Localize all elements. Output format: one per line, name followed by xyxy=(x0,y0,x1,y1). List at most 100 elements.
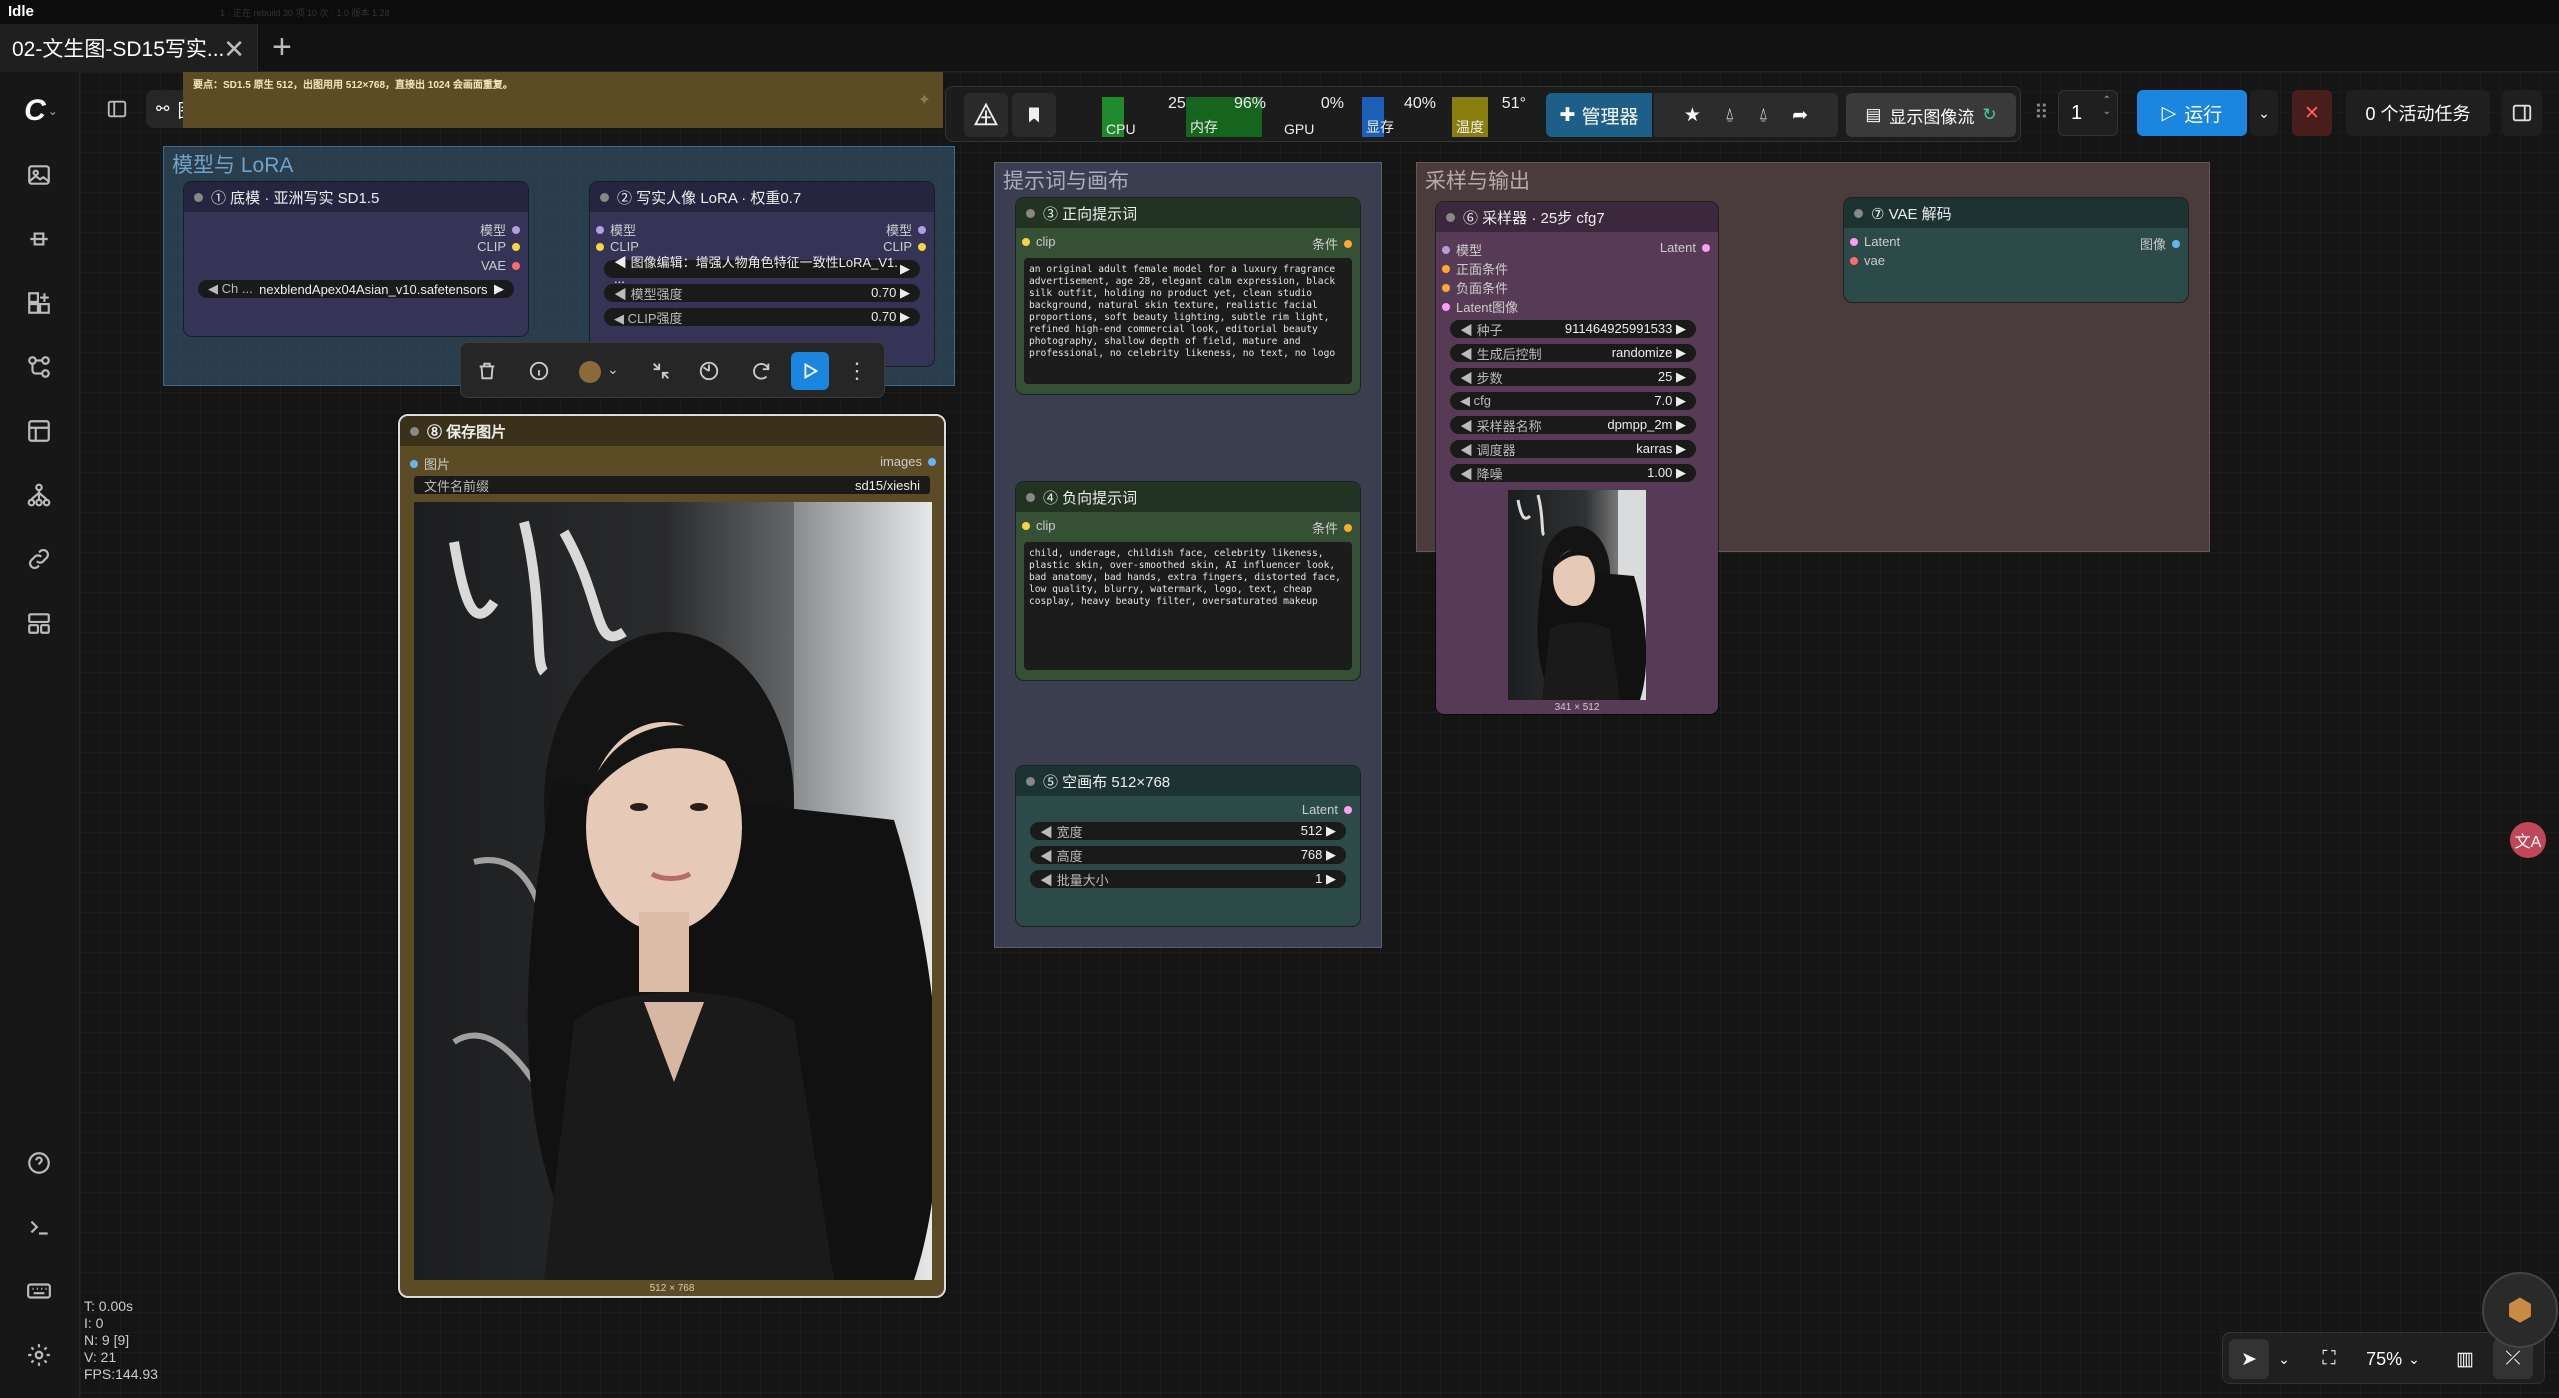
positive-prompt-textarea[interactable]: an original adult female model for a lux… xyxy=(1024,258,1352,384)
comfy-manager-logo-icon[interactable] xyxy=(964,93,1008,137)
sampler-name-widget[interactable]: ◀ 采样器名称 dpmpp_2m ▶ xyxy=(1450,416,1696,434)
redo-icon[interactable] xyxy=(747,357,775,385)
info-icon[interactable] xyxy=(525,357,553,385)
scheduler-widget[interactable]: ◀ 调度器 karras ▶ xyxy=(1450,440,1696,458)
input-latent[interactable]: Latent图像 xyxy=(1442,297,1518,316)
output-model[interactable]: 模型 xyxy=(480,220,520,239)
collapse-dot[interactable] xyxy=(1026,492,1035,502)
show-image-feed-button[interactable]: ▤ 显示图像流 ↻ xyxy=(1846,93,2016,137)
input-vae[interactable]: vae xyxy=(1850,253,1885,268)
output-image[interactable]: 图像 xyxy=(2140,234,2180,253)
lora-name-widget[interactable]: ◀ 图像编辑：增强人物角色特征一致性LoRA_V1. ... ▶ xyxy=(604,255,920,286)
delete-icon[interactable] xyxy=(473,357,501,385)
collapse-dot[interactable] xyxy=(1854,208,1863,218)
model-b-icon[interactable]: ⍙ xyxy=(1759,106,1769,124)
output-images[interactable]: images xyxy=(880,454,936,469)
chevron-down-icon[interactable]: ⌄ xyxy=(607,361,619,378)
input-negative[interactable]: 负面条件 xyxy=(1442,278,1508,297)
output-model[interactable]: 模型 xyxy=(886,220,926,239)
new-tab-button[interactable]: + xyxy=(272,28,292,67)
link-icon[interactable] xyxy=(22,542,56,576)
right-panel-toggle-icon[interactable] xyxy=(2502,90,2542,136)
tab-workflow[interactable]: 02-文生图-SD15写实... ✕ xyxy=(0,24,258,72)
output-conditioning[interactable]: 条件 xyxy=(1312,234,1352,253)
node-empty-latent[interactable]: ⑤ 空画布 512×768 Latent ◀ 宽度 512 ▶ ◀ 高度 768 ▶… xyxy=(1016,766,1360,926)
keyboard-icon[interactable] xyxy=(22,1274,56,1308)
bypass-icon[interactable] xyxy=(695,357,723,385)
width-widget[interactable]: ◀ 宽度 512 ▶ xyxy=(1030,822,1346,840)
help-icon[interactable] xyxy=(22,1146,56,1180)
color-picker-swatch[interactable] xyxy=(579,361,601,383)
filename-prefix-widget[interactable]: 文件名前缀 sd15/xieshi xyxy=(414,476,930,494)
strength-model-widget[interactable]: ◀ 模型强度 0.70 ▶ xyxy=(604,284,920,302)
collapse-dot[interactable] xyxy=(1446,212,1455,222)
node-vae-decode[interactable]: ⑦ VAE 解码 Latent vae 图像 xyxy=(1844,198,2188,302)
package-icon[interactable]: ⬢ xyxy=(2482,1272,2558,1348)
output-vae[interactable]: VAE xyxy=(481,258,520,273)
node-save-image[interactable]: ⑧ 保存图片 图片 images 文件名前缀 sd15/xieshi 512 × … xyxy=(398,414,946,1298)
denoise-widget[interactable]: ◀ 降噪 1.00 ▶ xyxy=(1450,464,1696,482)
node-negative-prompt[interactable]: ④ 负向提示词 clip 条件 child, underage, childis… xyxy=(1016,482,1360,680)
input-model[interactable]: 模型 xyxy=(1442,240,1482,259)
node-ksampler[interactable]: ⑥ 采样器 · 25步 cfg7 模型 正面条件 负面条件 Latent图像 L… xyxy=(1436,202,1718,714)
input-clip[interactable]: clip xyxy=(1022,518,1056,533)
steps-widget[interactable]: ◀ 步数 25 ▶ xyxy=(1450,368,1696,386)
fit-view-icon[interactable]: ⛶ xyxy=(2309,1339,2349,1379)
input-model[interactable]: 模型 xyxy=(596,220,636,239)
tool-chevron-down-icon[interactable]: ⌄ xyxy=(2271,1339,2297,1379)
settings-gear-icon[interactable] xyxy=(22,1338,56,1372)
height-widget[interactable]: ◀ 高度 768 ▶ xyxy=(1030,846,1346,864)
collapse-dot[interactable] xyxy=(1026,776,1035,786)
zoom-control[interactable]: 75% ⌄ xyxy=(2353,1339,2433,1379)
input-latent[interactable]: Latent xyxy=(1850,234,1900,249)
images-icon[interactable] xyxy=(22,158,56,192)
select-tool-icon[interactable]: ➤ xyxy=(2229,1339,2269,1379)
drag-handle-icon[interactable]: ⠿ xyxy=(2034,100,2049,125)
cfg-widget[interactable]: ◀ cfg 7.0 ▶ xyxy=(1450,392,1696,410)
star-icon[interactable]: ★ xyxy=(1684,104,1701,127)
run-button[interactable]: ▷ 运行 xyxy=(2137,90,2247,136)
active-tasks-button[interactable]: 0 个活动任务 xyxy=(2346,90,2490,136)
strength-clip-widget[interactable]: ◀ CLIP强度 0.70 ▶ xyxy=(604,308,920,326)
node-checkpoint[interactable]: ① 底模 · 亚洲写实 SD1.5 模型 CLIP VAE ◀ Ch ... ne… xyxy=(184,182,528,336)
layout-icon[interactable] xyxy=(22,606,56,640)
collapse-dot[interactable] xyxy=(194,192,203,202)
batch-size-widget[interactable]: ◀ 批量大小 1 ▶ xyxy=(1030,870,1346,888)
input-images[interactable]: 图片 xyxy=(410,454,450,473)
hierarchy-icon[interactable] xyxy=(22,478,56,512)
negative-prompt-textarea[interactable]: child, underage, childish face, celebrit… xyxy=(1024,542,1352,670)
collapse-icon[interactable] xyxy=(647,357,675,385)
close-tab-icon[interactable]: ✕ xyxy=(223,34,245,65)
output-latent[interactable]: Latent xyxy=(1660,240,1710,255)
bookmark-icon[interactable] xyxy=(1012,93,1056,137)
share-icon[interactable]: ➦ xyxy=(1792,104,1808,127)
batch-count-input[interactable]: 1 ⌃ ⌄ xyxy=(2058,90,2118,136)
panel-toggle-icon[interactable] xyxy=(100,92,134,126)
run-selected-play-icon[interactable] xyxy=(791,352,829,390)
run-options-chevron-icon[interactable]: ⌄ xyxy=(2250,90,2278,136)
output-clip[interactable]: CLIP xyxy=(477,239,520,254)
seed-widget[interactable]: ◀ 种子 911464925991533 ▶ xyxy=(1450,320,1696,338)
comfy-logo-icon[interactable]: C ⌄ xyxy=(24,94,58,128)
models-icon[interactable] xyxy=(22,222,56,256)
templates-icon[interactable] xyxy=(22,414,56,448)
manager-button[interactable]: ✚ 管理器 xyxy=(1546,93,1652,137)
node-positive-prompt[interactable]: ③ 正向提示词 clip 条件 an original adult female… xyxy=(1016,198,1360,394)
collapse-dot[interactable] xyxy=(1026,208,1035,218)
model-a-icon[interactable]: ⍙ xyxy=(1725,106,1735,124)
note-node[interactable]: 要点：SD1.5 原生 512，出图用用 512×768，直接出 1024 会画… xyxy=(183,72,943,128)
output-conditioning[interactable]: 条件 xyxy=(1312,518,1352,537)
more-options-icon[interactable]: ⋮ xyxy=(843,357,871,385)
cancel-close-icon[interactable]: ✕ xyxy=(2292,90,2332,136)
translate-icon[interactable]: 文A xyxy=(2510,822,2546,858)
workflows-icon[interactable] xyxy=(22,350,56,384)
collapse-dot[interactable] xyxy=(410,426,419,436)
output-latent[interactable]: Latent xyxy=(1302,802,1352,817)
nodes-library-icon[interactable] xyxy=(22,286,56,320)
input-clip[interactable]: clip xyxy=(1022,234,1056,249)
collapse-dot[interactable] xyxy=(600,192,609,202)
node-lora[interactable]: ② 写实人像 LoRA · 权重0.7 模型 CLIP 模型 CLIP ◀ 图像… xyxy=(590,182,934,366)
input-positive[interactable]: 正面条件 xyxy=(1442,259,1508,278)
terminal-icon[interactable] xyxy=(22,1210,56,1244)
ckpt-name-widget[interactable]: ◀ Ch ... nexblendApex04Asian_v10.safetens… xyxy=(198,280,514,298)
